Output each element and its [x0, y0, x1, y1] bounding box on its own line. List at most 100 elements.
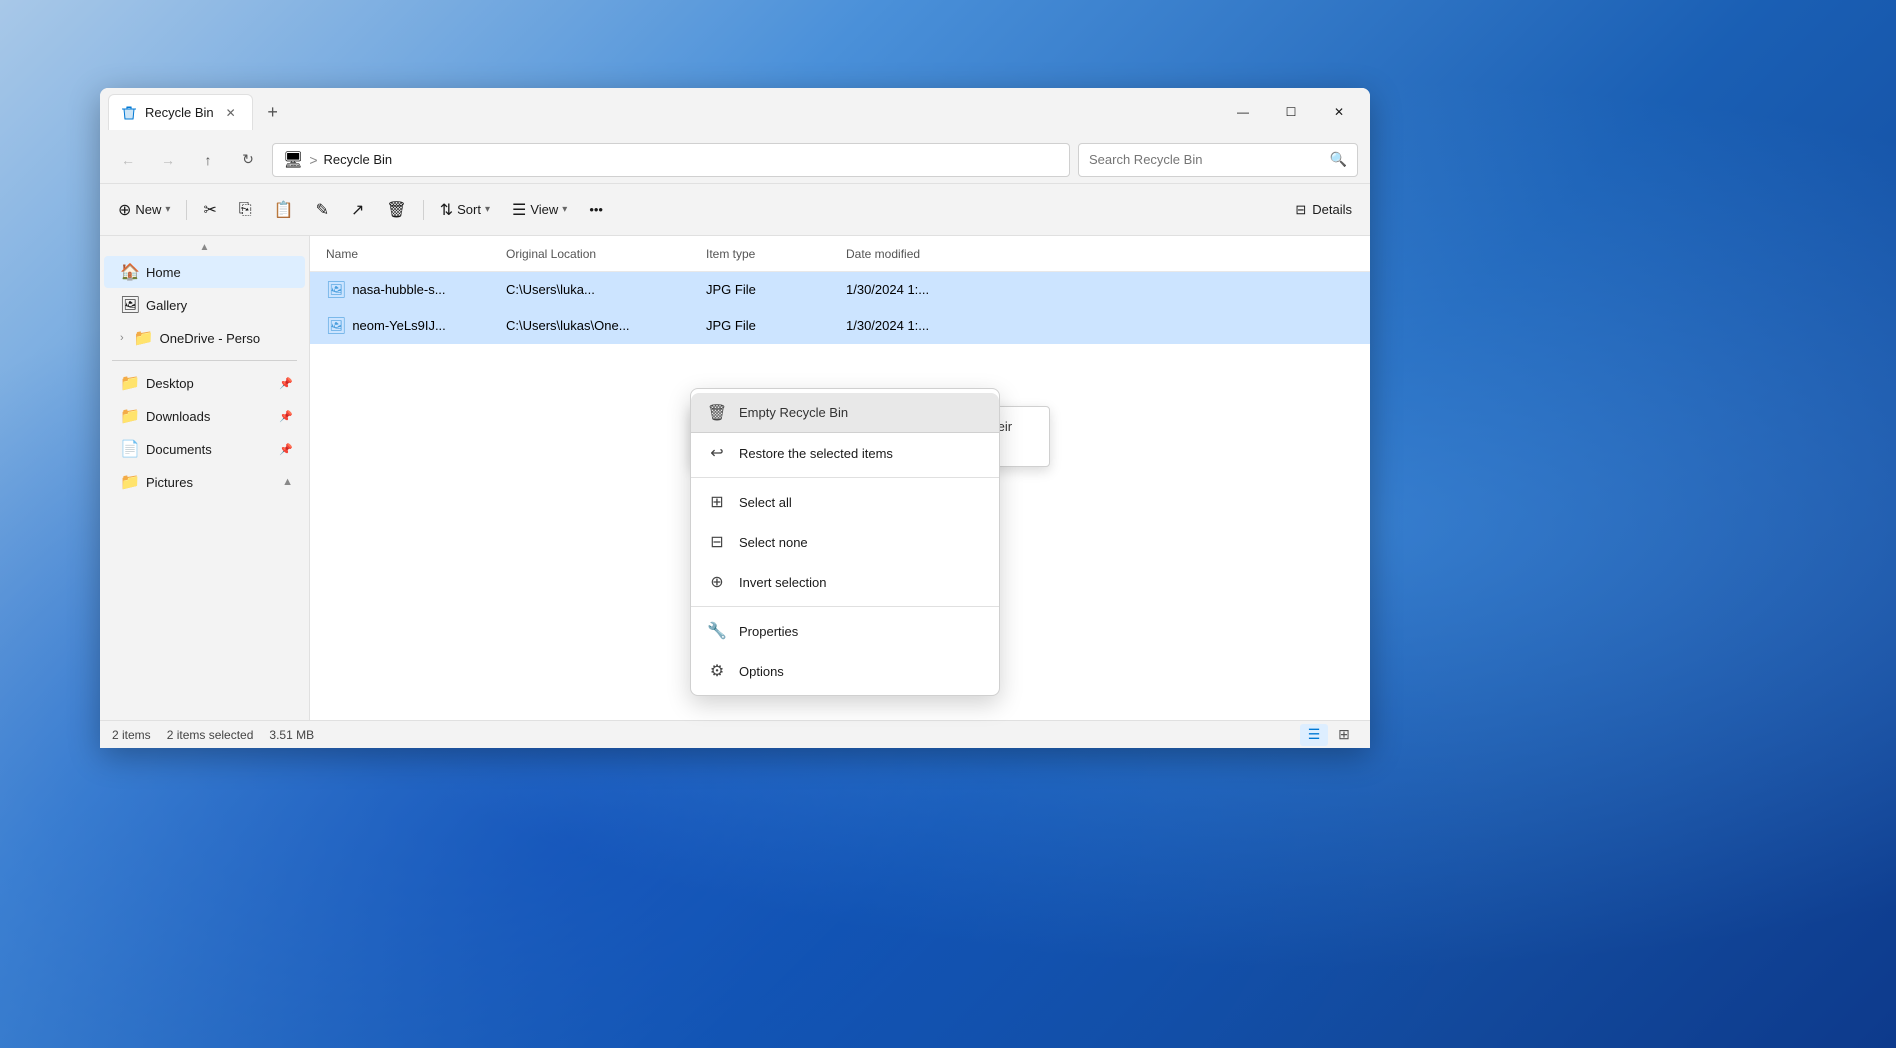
col-header-type[interactable]: Item type: [698, 247, 838, 261]
close-button[interactable]: ✕: [1316, 96, 1362, 128]
grid-view-button[interactable]: ⊞: [1330, 724, 1358, 746]
col-header-location[interactable]: Original Location: [498, 247, 698, 261]
view-button[interactable]: ☰ View ▾: [502, 192, 577, 228]
view-icon: ☰: [512, 200, 526, 220]
copy-icon: ⎘: [239, 201, 252, 219]
col-header-date[interactable]: Date modified: [838, 247, 1362, 261]
onedrive-expand-icon: ›: [120, 332, 124, 344]
address-input[interactable]: 🖥 > Recycle Bin: [272, 143, 1070, 177]
menu-item-select-none[interactable]: ⊟ Select none: [691, 522, 999, 562]
menu-empty-label: Empty Recycle Bin: [739, 405, 848, 420]
search-icon: 🔍: [1330, 151, 1347, 168]
select-all-icon: ⊞: [707, 492, 727, 512]
file-1-name: 🖼 nasa-hubble-s...: [318, 280, 498, 300]
menu-select-none-label: Select none: [739, 535, 808, 550]
menu-invert-label: Invert selection: [739, 575, 826, 590]
maximize-button[interactable]: ☐: [1268, 96, 1314, 128]
select-none-icon: ⊟: [707, 532, 727, 552]
toolbar: ⊕ New ▾ ✂ ⎘ 📋 ✎ ↗ 🗑 ⇅ Sort ▾ ☰: [100, 184, 1370, 236]
sort-label: Sort: [457, 202, 481, 217]
more-button[interactable]: •••: [579, 192, 613, 228]
menu-item-properties[interactable]: 🔧 Properties: [691, 611, 999, 651]
menu-item-invert[interactable]: ⊕ Invert selection: [691, 562, 999, 602]
title-bar: Recycle Bin ✕ + — ☐ ✕: [100, 88, 1370, 136]
col-header-name[interactable]: Name: [318, 247, 498, 261]
minimize-button[interactable]: —: [1220, 96, 1266, 128]
recycle-bin-tab-icon: [121, 105, 137, 121]
share-button[interactable]: ↗: [341, 192, 374, 228]
details-button[interactable]: ⊟ Details: [1285, 196, 1362, 224]
back-button[interactable]: ←: [112, 144, 144, 176]
tab-label: Recycle Bin: [145, 105, 214, 120]
menu-restore-label: Restore the selected items: [739, 446, 893, 461]
sidebar-item-onedrive[interactable]: › 📁 OneDrive - Perso: [104, 322, 305, 354]
menu-item-options[interactable]: ⚙ Options: [691, 651, 999, 691]
desktop-pin-icon: 📌: [279, 377, 293, 390]
window-controls: — ☐ ✕: [1220, 96, 1362, 128]
list-view-button[interactable]: ☰: [1300, 724, 1328, 746]
menu-item-select-all[interactable]: ⊞ Select all: [691, 482, 999, 522]
selected-count: 2 items selected: [167, 728, 254, 742]
copy-button[interactable]: ⎘: [229, 192, 262, 228]
file-1-location: C:\Users\luka...: [498, 282, 698, 297]
menu-item-restore[interactable]: ↩ Restore the selected items: [691, 433, 999, 473]
search-box[interactable]: 🔍: [1078, 143, 1358, 177]
documents-folder-icon: 📄: [120, 439, 138, 459]
sort-dropdown-arrow: ▾: [485, 204, 490, 215]
search-input[interactable]: [1089, 152, 1324, 167]
tab-recycle-bin[interactable]: Recycle Bin ✕: [108, 94, 253, 130]
sidebar-item-home[interactable]: 🏠 Home: [104, 256, 305, 288]
cut-button[interactable]: ✂: [193, 192, 226, 228]
forward-button[interactable]: →: [152, 144, 184, 176]
downloads-pin-icon: 📌: [279, 410, 293, 423]
more-icon: •••: [589, 202, 603, 217]
new-button[interactable]: ⊕ New ▾: [108, 192, 180, 228]
sidebar-item-documents[interactable]: 📄 Documents 📌: [104, 433, 305, 465]
sidebar-divider: [112, 360, 297, 361]
empty-recycle-bin-icon: 🗑: [707, 403, 727, 423]
context-menu: 🗑 Empty Recycle Bin ↩ Restore the select…: [690, 388, 1000, 696]
toolbar-sep-2: [423, 200, 424, 220]
tab-close-button[interactable]: ✕: [222, 104, 240, 122]
table-row[interactable]: 🖼 neom-YeLs9IJ... C:\Users\lukas\One... …: [310, 308, 1370, 344]
properties-icon: 🔧: [707, 621, 727, 641]
menu-item-empty-recycle-bin[interactable]: 🗑 Empty Recycle Bin: [691, 393, 999, 433]
file-2-icon: 🖼: [326, 316, 346, 336]
rename-button[interactable]: ✎: [306, 192, 339, 228]
computer-icon: 🖥: [283, 150, 303, 170]
invert-icon: ⊕: [707, 572, 727, 592]
refresh-button[interactable]: ↻: [232, 144, 264, 176]
delete-button[interactable]: 🗑: [376, 192, 416, 228]
paste-button[interactable]: 📋: [264, 192, 304, 228]
up-button[interactable]: ↑: [192, 144, 224, 176]
address-bar: ← → ↑ ↻ 🖥 > Recycle Bin 🔍: [100, 136, 1370, 184]
item-count: 2 items: [112, 728, 151, 742]
menu-divider-1: [691, 477, 999, 478]
current-path: Recycle Bin: [324, 152, 393, 167]
sidebar-desktop-label: Desktop: [146, 376, 194, 391]
new-dropdown-arrow: ▾: [165, 204, 170, 215]
list-header: Name Original Location Item type Date mo…: [310, 236, 1370, 272]
status-bar: 2 items 2 items selected 3.51 MB ☰ ⊞: [100, 720, 1370, 748]
sidebar-item-desktop[interactable]: 📁 Desktop 📌: [104, 367, 305, 399]
table-row[interactable]: 🖼 nasa-hubble-s... C:\Users\luka... JPG …: [310, 272, 1370, 308]
pictures-folder-icon: 📁: [120, 472, 138, 492]
downloads-folder-icon: 📁: [120, 406, 138, 426]
view-label: View: [530, 202, 558, 217]
sidebar-item-pictures[interactable]: 📁 Pictures ▲: [104, 466, 305, 498]
gallery-icon: 🖼: [120, 295, 138, 315]
pictures-pin-icon: ▲: [282, 476, 293, 488]
menu-properties-label: Properties: [739, 624, 798, 639]
new-tab-button[interactable]: +: [257, 96, 289, 128]
tab-area: Recycle Bin ✕ +: [108, 88, 1220, 136]
sort-button[interactable]: ⇅ Sort ▾: [430, 192, 500, 228]
sidebar-item-downloads[interactable]: 📁 Downloads 📌: [104, 400, 305, 432]
sidebar-documents-label: Documents: [146, 442, 212, 457]
sidebar: ▲ 🏠 Home 🖼 Gallery › 📁 OneDrive - Perso …: [100, 236, 310, 720]
view-toggle-buttons: ☰ ⊞: [1300, 724, 1358, 746]
menu-select-all-label: Select all: [739, 495, 792, 510]
options-icon: ⚙: [707, 661, 727, 681]
file-1-type: JPG File: [698, 282, 838, 297]
sidebar-item-gallery[interactable]: 🖼 Gallery: [104, 289, 305, 321]
path-separator: >: [309, 152, 317, 168]
